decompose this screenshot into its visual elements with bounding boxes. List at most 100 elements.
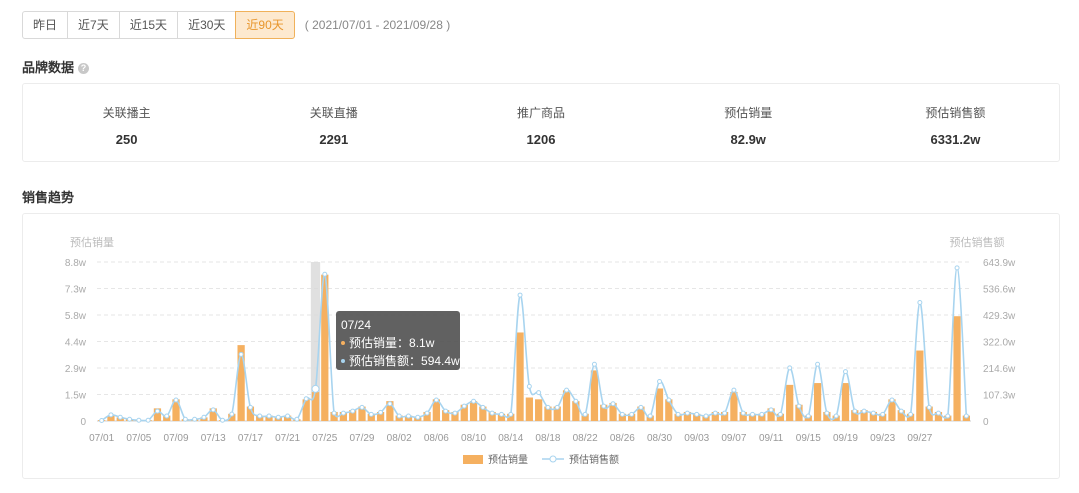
legend-label-volume: 预估销量 [488, 453, 528, 466]
bar [655, 388, 664, 421]
y-right-axis-title: 预估销售额 [950, 235, 1005, 249]
x-tick-label: 08/06 [424, 433, 449, 444]
line-point [647, 413, 653, 419]
line-point [777, 411, 783, 417]
line-point [424, 410, 430, 416]
x-tick-label: 08/10 [461, 433, 486, 444]
line-point [759, 411, 765, 417]
line-point [889, 397, 895, 403]
bar [665, 399, 673, 421]
line-point [861, 408, 867, 414]
line-point [722, 410, 728, 416]
line-point [220, 417, 226, 423]
y-left-tick-label: 0 [80, 417, 86, 428]
line-point [285, 413, 291, 419]
line-point [154, 408, 160, 414]
line-point [536, 390, 542, 396]
x-tick-label: 09/27 [907, 433, 932, 444]
sales-trend-chart[interactable]: 0 0 1.5w 107.3w 2.9w 214.6w 4.4w 322.0w 5.8w 429.… [0, 0, 1079, 493]
y-left-tick-label: 1.5w [65, 391, 87, 402]
line-point [926, 404, 932, 410]
line-point [703, 413, 709, 419]
bar [916, 350, 924, 421]
legend-label-revenue: 预估销售额 [569, 453, 619, 466]
range-button-90-days[interactable]: 近90天 [235, 11, 295, 39]
x-tick-label: 07/13 [201, 433, 226, 444]
x-tick-label: 08/30 [647, 433, 672, 444]
line-point [173, 397, 179, 403]
bar [786, 384, 794, 421]
line-point [852, 408, 858, 414]
line-point [591, 361, 597, 367]
y-left-axis-title: 预估销量 [70, 235, 114, 249]
line-point [471, 398, 477, 404]
line-point [322, 271, 328, 277]
bar [730, 392, 738, 421]
line-point [684, 410, 690, 416]
bar [525, 397, 533, 421]
line-point [870, 410, 876, 416]
line-point [666, 397, 672, 403]
x-tick-label: 09/19 [833, 433, 858, 444]
line-point [350, 408, 356, 414]
line-point [405, 413, 411, 419]
line-point [443, 408, 449, 414]
line-point [917, 299, 923, 305]
line-point [554, 404, 560, 410]
y-right-tick-label: 536.6w [983, 285, 1016, 296]
tooltip-revenue-value: 594.4w [421, 354, 460, 368]
line-point [526, 383, 532, 389]
line-point [657, 378, 663, 384]
y-right-tick-label: 429.3w [983, 311, 1016, 322]
legend-line-marker [549, 455, 557, 463]
x-tick-label: 07/25 [312, 433, 337, 444]
line-point [508, 411, 514, 417]
line-point [433, 397, 439, 403]
line-point [880, 411, 886, 417]
line-point [331, 410, 337, 416]
line-point [545, 404, 551, 410]
tooltip-volume-dot [341, 341, 345, 345]
line-point [311, 384, 320, 393]
x-tick-label: 07/09 [164, 433, 189, 444]
y-left-tick-label: 8.8w [65, 258, 87, 269]
y-left-tick-label: 2.9w [65, 364, 87, 375]
line-point [833, 413, 839, 419]
chart-tooltip: 07/24 预估销量：8.1w 预估销售额：594.4w [336, 311, 460, 370]
line-point [182, 416, 188, 422]
line-point [601, 403, 607, 409]
line-point [694, 411, 700, 417]
line-point [359, 404, 365, 410]
line-point [712, 410, 718, 416]
line-point [192, 416, 198, 422]
tooltip-revenue-label: 预估销售额： [349, 354, 422, 368]
y-right-tick-label: 214.6w [983, 364, 1016, 375]
x-tick-label: 08/22 [573, 433, 598, 444]
x-tick-label: 09/11 [759, 433, 784, 444]
line-point [731, 387, 737, 393]
line-point [164, 413, 170, 419]
line-point [787, 365, 793, 371]
x-tick-label: 08/26 [610, 433, 635, 444]
line-point [824, 410, 830, 416]
x-tick-label: 09/15 [796, 433, 821, 444]
line-point [238, 351, 244, 357]
y-left-tick-label: 4.4w [65, 338, 87, 349]
line-point [396, 413, 402, 419]
line-point [303, 396, 309, 402]
x-tick-label: 08/18 [535, 433, 560, 444]
bar [841, 383, 850, 421]
x-tick-label: 07/29 [349, 433, 374, 444]
x-tick-label: 08/14 [498, 433, 523, 444]
x-tick-label: 07/05 [126, 433, 151, 444]
bar [516, 332, 524, 421]
line-point [229, 411, 235, 417]
bar [311, 392, 320, 421]
line-point [480, 404, 486, 410]
line-point [489, 410, 495, 416]
line-point [517, 292, 523, 298]
line-point [127, 416, 133, 422]
line-point [842, 369, 848, 375]
line-point [247, 404, 253, 410]
line-point [210, 407, 216, 413]
